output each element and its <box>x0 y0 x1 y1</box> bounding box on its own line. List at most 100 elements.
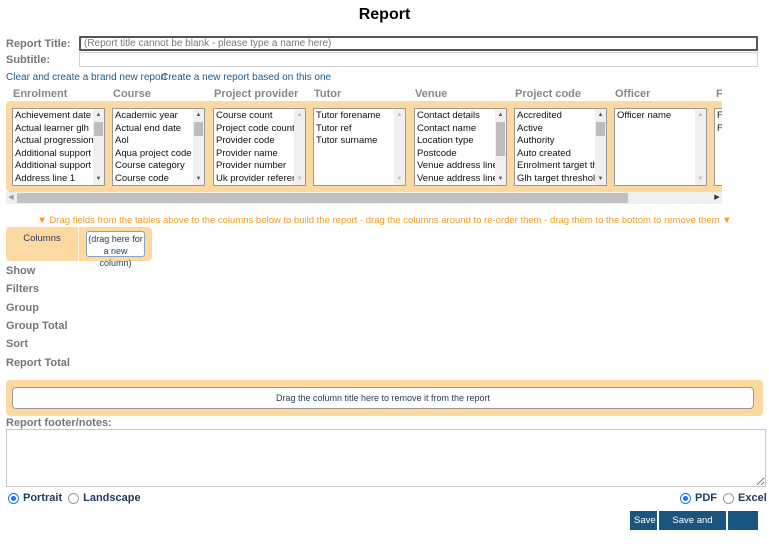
scroll-right-icon[interactable]: ▶ <box>712 192 722 204</box>
field-item[interactable]: Additional support <box>13 148 93 161</box>
report-title-input[interactable] <box>79 36 758 51</box>
field-item[interactable]: F <box>715 123 722 136</box>
field-item[interactable]: Aqua project code <box>113 148 193 161</box>
scroll-thumb[interactable] <box>94 122 103 136</box>
field-item[interactable]: Tutor surname <box>314 135 394 148</box>
field-item[interactable]: Tutor forename <box>314 110 394 123</box>
scroll-down-icon[interactable]: ▼ <box>695 174 706 184</box>
scroll-down-icon[interactable]: ▼ <box>193 174 204 184</box>
excel-label[interactable]: Excel <box>738 492 767 504</box>
scroll-down-icon[interactable]: ▼ <box>595 174 606 184</box>
field-item[interactable]: Course count <box>214 110 294 123</box>
scrollbar[interactable]: ▲ ▼ <box>294 109 305 185</box>
columns-label: Columns <box>23 233 61 244</box>
section-group: Group <box>6 302 39 314</box>
save-and-show-button[interactable]: Save and show <box>659 511 726 545</box>
portrait-label[interactable]: Portrait <box>23 492 62 504</box>
field-item[interactable]: Venue address line 1 <box>415 160 495 173</box>
field-item[interactable]: Venue address line 2 <box>415 173 495 185</box>
scrollbar[interactable]: ▲ ▼ <box>595 109 606 185</box>
category-header-project-code: Project code <box>515 88 582 100</box>
scroll-down-icon[interactable]: ▼ <box>294 174 305 184</box>
category-header-partial: F <box>716 88 722 100</box>
field-item[interactable]: Course category <box>113 160 193 173</box>
field-item[interactable]: Uk provider reference <box>214 173 294 185</box>
field-item[interactable]: Address line 1 <box>13 173 93 185</box>
subtitle-input[interactable] <box>79 52 758 67</box>
remove-column-drop-zone[interactable]: Drag the column title here to remove it … <box>12 387 754 409</box>
footer-notes-textarea[interactable] <box>6 429 766 487</box>
scrollbar[interactable]: ▲ ▼ <box>93 109 104 185</box>
partial-field-list[interactable]: F F <box>714 108 722 186</box>
pdf-radio[interactable] <box>680 492 691 504</box>
category-header-venue: Venue <box>415 88 448 100</box>
field-item[interactable]: Enrolment target thre <box>515 160 595 173</box>
subtitle-label: Subtitle: <box>6 54 50 66</box>
tutor-field-list[interactable]: Tutor forename Tutor ref Tutor surname ▲… <box>313 108 406 186</box>
excel-radio[interactable] <box>723 492 734 504</box>
project-code-field-list[interactable]: Accredited Active Authority Auto created… <box>514 108 607 186</box>
portrait-radio[interactable] <box>8 492 19 504</box>
officer-field-list[interactable]: Officer name ▲ ▼ <box>614 108 707 186</box>
field-item[interactable]: Provider number <box>214 160 294 173</box>
field-item[interactable]: Achievement date <box>13 110 93 123</box>
course-field-list[interactable]: Academic year Actual end date Aol Aqua p… <box>112 108 205 186</box>
scroll-thumb[interactable] <box>496 122 505 156</box>
scrollbar[interactable]: ▲ ▼ <box>193 109 204 185</box>
new-report-based-link[interactable]: Create a new report based on this one <box>161 72 331 83</box>
scroll-up-icon[interactable]: ▲ <box>193 110 204 120</box>
category-header-enrolment: Enrolment <box>13 88 68 100</box>
field-item[interactable]: Auto created <box>515 148 595 161</box>
field-item[interactable]: Tutor ref <box>314 123 394 136</box>
field-item[interactable]: Officer name <box>615 110 695 123</box>
field-item[interactable]: Project code count <box>214 123 294 136</box>
field-item[interactable]: Glh target threshold a <box>515 173 595 185</box>
scrollbar[interactable]: ▲ ▼ <box>695 109 706 185</box>
field-item[interactable]: Aol <box>113 135 193 148</box>
save-button[interactable]: Save <box>630 511 657 530</box>
scroll-down-icon[interactable]: ▼ <box>93 174 104 184</box>
scroll-up-icon[interactable]: ▲ <box>595 110 606 120</box>
scrollbar[interactable]: ▲ ▼ <box>394 109 405 185</box>
scroll-left-icon[interactable]: ◀ <box>6 192 16 204</box>
field-item[interactable]: Actual progression ro <box>13 135 93 148</box>
field-item[interactable]: Provider name <box>214 148 294 161</box>
field-item[interactable]: Contact details <box>415 110 495 123</box>
field-item[interactable]: Course code <box>113 173 193 185</box>
scroll-down-icon[interactable]: ▼ <box>394 174 405 184</box>
project-provider-field-list[interactable]: Course count Project code count Provider… <box>213 108 306 186</box>
field-item[interactable]: Location type <box>415 135 495 148</box>
scroll-up-icon[interactable]: ▲ <box>495 110 506 120</box>
scroll-thumb[interactable] <box>17 193 628 203</box>
landscape-label[interactable]: Landscape <box>83 492 140 504</box>
field-item[interactable]: F <box>715 110 722 123</box>
clear-new-report-link[interactable]: Clear and create a brand new report <box>6 72 167 83</box>
extra-action-button[interactable] <box>728 511 758 530</box>
section-group-total: Group Total <box>6 320 68 332</box>
field-item[interactable]: Accredited <box>515 110 595 123</box>
field-item[interactable]: Active <box>515 123 595 136</box>
scroll-up-icon[interactable]: ▲ <box>394 110 405 120</box>
field-item[interactable]: Additional support co <box>13 160 93 173</box>
field-item[interactable]: Actual learner glh <box>13 123 93 136</box>
field-item[interactable]: Contact name <box>415 123 495 136</box>
scroll-up-icon[interactable]: ▲ <box>93 110 104 120</box>
field-item[interactable]: Actual end date <box>113 123 193 136</box>
field-item[interactable]: Authority <box>515 135 595 148</box>
field-item[interactable]: Provider code <box>214 135 294 148</box>
new-column-drop-zone[interactable]: (drag here for a new column) <box>86 231 145 268</box>
scroll-thumb[interactable] <box>596 122 605 136</box>
field-tables-horizontal-scrollbar[interactable]: ◀ ▶ <box>6 192 722 204</box>
scrollbar[interactable]: ▲ ▼ <box>495 109 506 185</box>
field-item[interactable]: Academic year <box>113 110 193 123</box>
category-header-course: Course <box>113 88 151 100</box>
scroll-down-icon[interactable]: ▼ <box>495 174 506 184</box>
field-item[interactable]: Postcode <box>415 148 495 161</box>
landscape-radio[interactable] <box>68 492 80 504</box>
scroll-up-icon[interactable]: ▲ <box>294 110 305 120</box>
scroll-thumb[interactable] <box>194 122 203 136</box>
scroll-up-icon[interactable]: ▲ <box>695 110 706 120</box>
enrolment-field-list[interactable]: Achievement date Actual learner glh Actu… <box>12 108 105 186</box>
pdf-label[interactable]: PDF <box>695 492 717 504</box>
venue-field-list[interactable]: Contact details Contact name Location ty… <box>414 108 507 186</box>
